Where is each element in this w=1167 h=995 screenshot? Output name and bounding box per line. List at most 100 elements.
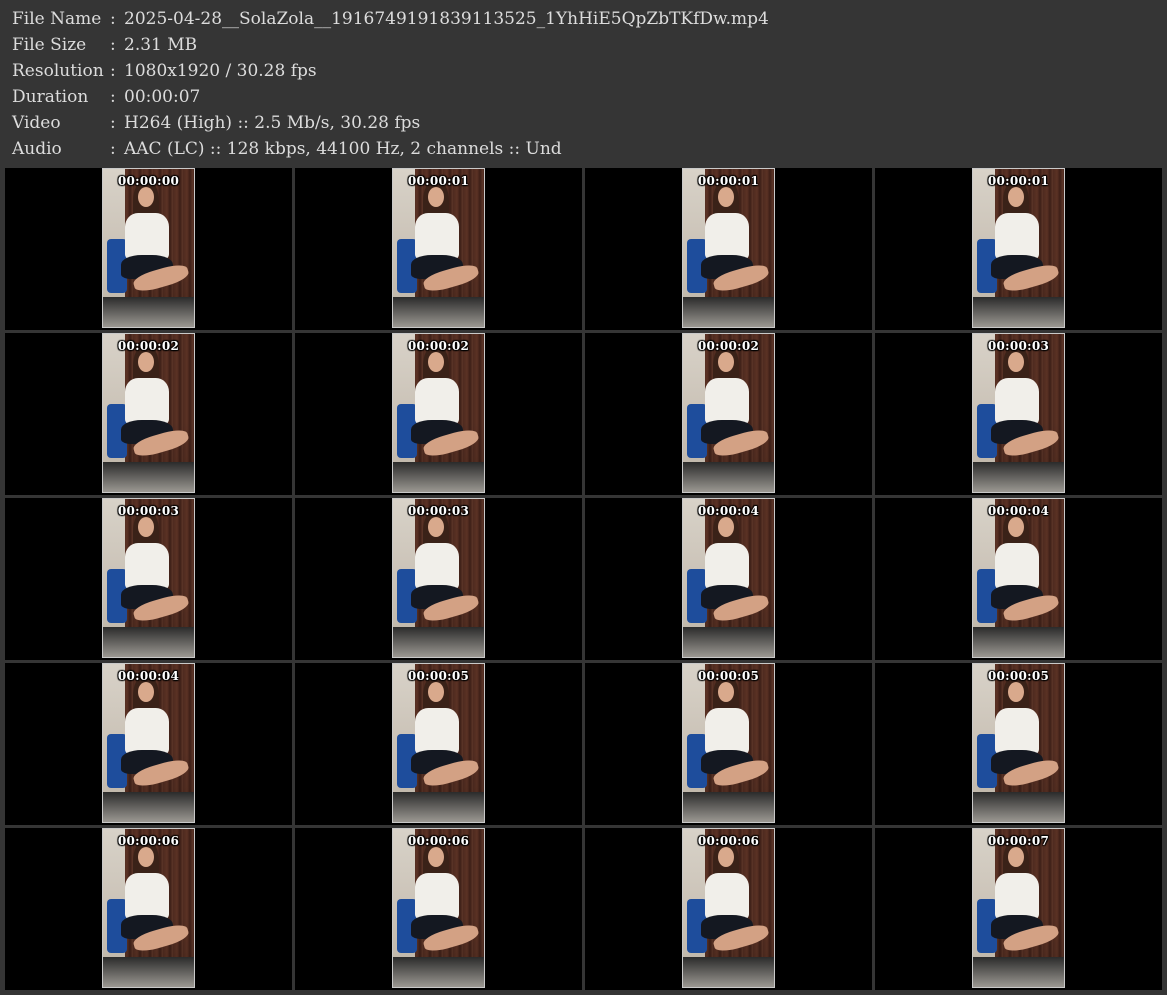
frame-face: [718, 187, 734, 207]
thumbnail-tile: 00:00:02: [295, 333, 582, 495]
frame-timestamp: 00:00:02: [697, 339, 760, 353]
frame-shirt: [705, 213, 749, 259]
frame-timestamp: 00:00:06: [697, 834, 760, 848]
frame-floor: [683, 627, 774, 657]
frame-floor: [973, 297, 1064, 327]
thumbnail-tile: 00:00:07: [875, 828, 1162, 990]
frame-shirt: [995, 378, 1039, 424]
video-frame-image: 00:00:06: [392, 828, 485, 988]
frame-floor: [973, 462, 1064, 492]
frame-face: [138, 187, 154, 207]
frame-floor: [393, 792, 484, 822]
thumbnail-tile: 00:00:01: [875, 168, 1162, 330]
frame-face: [428, 517, 444, 537]
frame-timestamp: 00:00:05: [697, 669, 760, 683]
file-name-value: 2025-04-28__SolaZola__191674919183911352…: [124, 9, 769, 29]
video-frame-image: 00:00:06: [102, 828, 195, 988]
resolution-value: 1080x1920 / 30.28 fps: [124, 61, 317, 81]
frame-shirt: [415, 873, 459, 919]
thumbnail-tile: 00:00:05: [295, 663, 582, 825]
thumbnail-tile: 00:00:04: [585, 498, 872, 660]
frame-timestamp: 00:00:04: [117, 669, 180, 683]
thumbnail-tile: 00:00:04: [875, 498, 1162, 660]
video-frame-image: 00:00:03: [102, 498, 195, 658]
frame-shirt: [995, 543, 1039, 589]
video-frame-image: 00:00:02: [392, 333, 485, 493]
frame-face: [428, 352, 444, 372]
frame-face: [1008, 847, 1024, 867]
frame-face: [138, 517, 154, 537]
frame-face: [718, 682, 734, 702]
thumbnail-grid: 00:00:00 00:00:01 00:00:01 00:00:01 00:00:02…: [5, 168, 1163, 992]
thumbnail-tile: 00:00:03: [5, 498, 292, 660]
duration-row: Duration : 00:00:07: [12, 84, 1152, 110]
thumbnail-tile: 00:00:06: [295, 828, 582, 990]
frame-face: [718, 517, 734, 537]
frame-timestamp: 00:00:03: [987, 339, 1050, 353]
frame-shirt: [125, 708, 169, 754]
frame-timestamp: 00:00:04: [987, 504, 1050, 518]
frame-face: [138, 352, 154, 372]
video-frame-image: 00:00:05: [682, 663, 775, 823]
frame-floor: [973, 627, 1064, 657]
frame-floor: [103, 297, 194, 327]
info-label: Duration: [12, 87, 89, 107]
thumbnail-tile: 00:00:05: [585, 663, 872, 825]
video-frame-image: 00:00:07: [972, 828, 1065, 988]
video-frame-image: 00:00:04: [682, 498, 775, 658]
frame-floor: [683, 462, 774, 492]
video-frame-image: 00:00:01: [682, 168, 775, 328]
info-separator: :: [110, 35, 116, 55]
thumbnail-tile: 00:00:01: [295, 168, 582, 330]
frame-shirt: [705, 708, 749, 754]
frame-shirt: [995, 873, 1039, 919]
video-frame-image: 00:00:02: [102, 333, 195, 493]
frame-face: [1008, 517, 1024, 537]
duration-value: 00:00:07: [124, 87, 201, 107]
frame-shirt: [705, 873, 749, 919]
frame-face: [1008, 352, 1024, 372]
frame-face: [428, 682, 444, 702]
file-info-panel: File Name : 2025-04-28__SolaZola__191674…: [12, 6, 1152, 166]
frame-floor: [393, 957, 484, 987]
file-name-row: File Name : 2025-04-28__SolaZola__191674…: [12, 6, 1152, 32]
frame-timestamp: 00:00:01: [407, 174, 470, 188]
frame-timestamp: 00:00:03: [407, 504, 470, 518]
frame-face: [428, 187, 444, 207]
frame-face: [1008, 682, 1024, 702]
frame-timestamp: 00:00:03: [117, 504, 180, 518]
frame-shirt: [125, 378, 169, 424]
frame-shirt: [705, 378, 749, 424]
frame-floor: [683, 297, 774, 327]
frame-floor: [103, 462, 194, 492]
frame-timestamp: 00:00:01: [697, 174, 760, 188]
video-frame-image: 00:00:05: [392, 663, 485, 823]
info-label: Resolution: [12, 61, 104, 81]
frame-timestamp: 00:00:05: [987, 669, 1050, 683]
frame-timestamp: 00:00:02: [407, 339, 470, 353]
video-frame-image: 00:00:04: [102, 663, 195, 823]
thumbnail-tile: 00:00:03: [875, 333, 1162, 495]
video-frame-image: 00:00:00: [102, 168, 195, 328]
frame-floor: [393, 462, 484, 492]
thumbnail-tile: 00:00:00: [5, 168, 292, 330]
video-value: H264 (High) :: 2.5 Mb/s, 30.28 fps: [124, 113, 421, 133]
frame-shirt: [415, 378, 459, 424]
thumbnail-tile: 00:00:01: [585, 168, 872, 330]
frame-floor: [973, 792, 1064, 822]
video-frame-image: 00:00:06: [682, 828, 775, 988]
thumbnail-tile: 00:00:02: [5, 333, 292, 495]
video-frame-image: 00:00:01: [972, 168, 1065, 328]
video-frame-image: 00:00:04: [972, 498, 1065, 658]
frame-floor: [103, 627, 194, 657]
frame-timestamp: 00:00:06: [117, 834, 180, 848]
video-row: Video : H264 (High) :: 2.5 Mb/s, 30.28 f…: [12, 110, 1152, 136]
info-separator: :: [110, 113, 116, 133]
frame-shirt: [125, 543, 169, 589]
thumbnail-tile: 00:00:06: [585, 828, 872, 990]
video-frame-image: 00:00:03: [972, 333, 1065, 493]
frame-timestamp: 00:00:04: [697, 504, 760, 518]
thumbnail-tile: 00:00:06: [5, 828, 292, 990]
frame-floor: [973, 957, 1064, 987]
frame-shirt: [125, 873, 169, 919]
